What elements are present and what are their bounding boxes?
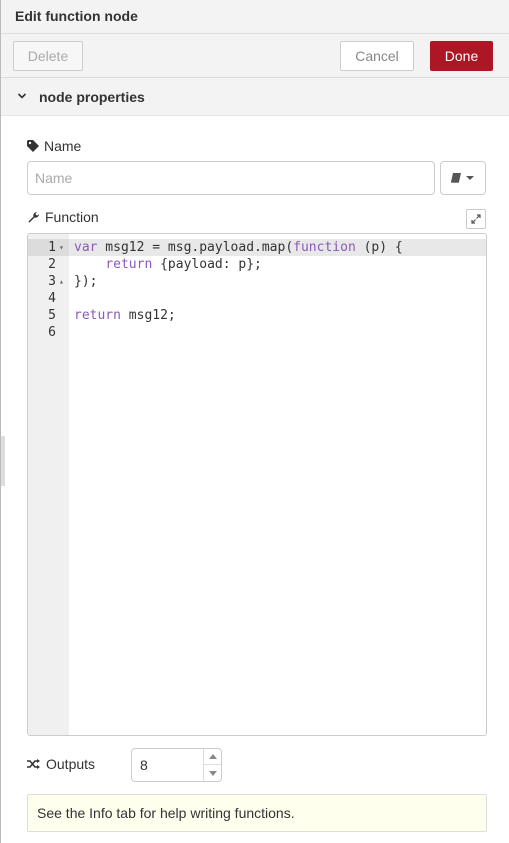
book-icon: [451, 173, 474, 183]
expand-icon: [471, 214, 481, 224]
fold-toggle-icon[interactable]: ▴: [59, 273, 67, 290]
shuffle-icon: [27, 759, 40, 769]
function-label-text: Function: [45, 209, 99, 225]
line-number: 6: [48, 325, 56, 340]
code-keyword: var: [74, 240, 98, 255]
code-line[interactable]: 2 return {payload: p};: [28, 256, 486, 273]
name-input[interactable]: [27, 161, 435, 195]
name-label-text: Name: [44, 138, 82, 154]
line-number: 2: [48, 257, 56, 272]
section-node-properties[interactable]: node properties: [1, 78, 509, 116]
code-token: msg12 = msg.payload.map(: [97, 240, 294, 255]
code-line[interactable]: 5 return msg12;: [28, 307, 486, 324]
chevron-down-icon: [17, 91, 29, 103]
code-token: (p) {: [355, 240, 403, 255]
code-line[interactable]: 4: [28, 290, 486, 307]
edit-tray: Edit function node Delete Cancel Done no…: [0, 0, 509, 843]
code-editor[interactable]: 1 ▾ var msg12 = msg.payload.map(function (…: [27, 233, 487, 736]
outputs-stepper[interactable]: 8: [131, 748, 222, 782]
code-token: });: [74, 274, 98, 289]
code-text: return {payload: p};: [74, 256, 262, 273]
code-keyword: return: [74, 308, 121, 323]
code-text: var msg12 = msg.payload.map(function (p)…: [74, 239, 403, 256]
caret-down-icon: [208, 770, 217, 776]
cancel-button[interactable]: Cancel: [340, 41, 414, 71]
code-text: return msg12;: [74, 307, 176, 324]
outputs-label: Outputs: [27, 756, 95, 772]
function-label: Function: [27, 209, 99, 225]
code-line[interactable]: 6: [28, 324, 486, 341]
code-line[interactable]: 1 ▾ var msg12 = msg.payload.map(function (…: [28, 239, 486, 256]
code-token: {payload: p};: [152, 257, 262, 272]
tray-toolbar: Delete Cancel Done: [1, 34, 509, 78]
done-button[interactable]: Done: [430, 41, 493, 71]
outputs-value[interactable]: 8: [140, 757, 148, 773]
code-text: });: [74, 273, 97, 290]
fold-toggle-icon[interactable]: ▾: [59, 239, 67, 256]
increment-button[interactable]: [204, 749, 221, 765]
caret-up-icon: [208, 754, 217, 759]
line-number: 5: [48, 308, 56, 323]
code-line[interactable]: 3 ▴});: [28, 273, 486, 290]
decrement-button[interactable]: [204, 765, 221, 781]
wrench-icon: [28, 211, 40, 222]
outputs-label-text: Outputs: [46, 756, 96, 772]
delete-button[interactable]: Delete: [13, 41, 83, 71]
tray-title: Edit function node: [1, 0, 509, 34]
code-keyword: return: [105, 257, 153, 272]
code-token: msg12;: [120, 308, 176, 323]
help-tip: See the Info tab for help writing functi…: [27, 794, 487, 832]
line-number: 4: [48, 291, 56, 306]
name-label: Name: [27, 138, 81, 154]
resize-handle[interactable]: [1, 436, 5, 486]
expand-editor-button[interactable]: [466, 209, 486, 229]
code-keyword: function: [293, 240, 356, 255]
tag-icon: [27, 140, 39, 152]
outputs-spinner: [203, 749, 221, 781]
section-title: node properties: [39, 88, 145, 105]
library-button[interactable]: [440, 161, 486, 195]
